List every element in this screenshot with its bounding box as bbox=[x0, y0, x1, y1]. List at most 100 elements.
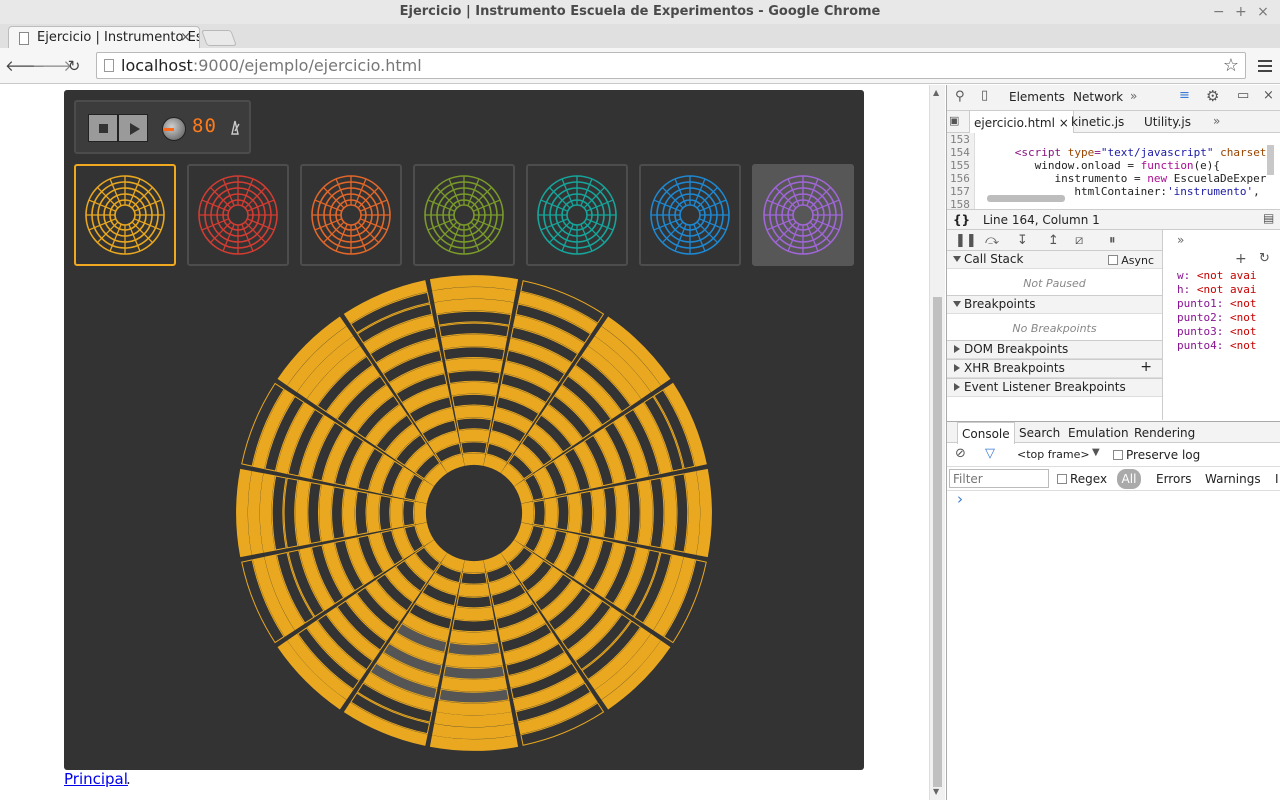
chrome-menu-icon[interactable] bbox=[1258, 60, 1272, 72]
tab-emulation[interactable]: Emulation bbox=[1064, 422, 1133, 444]
play-button[interactable] bbox=[118, 114, 148, 142]
page-scrollbar[interactable]: ▲ ▼ bbox=[929, 85, 945, 800]
regex-checkbox[interactable] bbox=[1057, 474, 1067, 484]
step-over-icon[interactable]: ⤼ bbox=[985, 233, 999, 248]
regex-toggle[interactable]: Regex bbox=[1057, 472, 1107, 486]
close-window-icon[interactable]: × bbox=[1254, 0, 1272, 24]
browser-tab[interactable]: Ejercicio | Instrumento Escuela de Exper… bbox=[8, 26, 200, 50]
sources-panel-icon[interactable]: ≡ bbox=[1179, 88, 1190, 103]
forward-arrow-icon[interactable]: 🡒 bbox=[32, 54, 72, 78]
filter-icon[interactable]: ▽ bbox=[985, 446, 995, 461]
address-bar[interactable]: localhost:9000/ejemplo/ejercicio.html ☆ bbox=[96, 52, 1246, 79]
wheel-step[interactable] bbox=[591, 488, 606, 538]
watch-entry[interactable]: h: <not avai bbox=[1177, 283, 1256, 296]
wheel-step[interactable] bbox=[447, 641, 501, 656]
metronome-icon[interactable] bbox=[228, 119, 242, 135]
scroll-up-arrow-icon[interactable]: ▲ bbox=[933, 88, 939, 97]
wheel-step[interactable] bbox=[449, 630, 499, 645]
file-tab-kinetic[interactable]: kinetic.js bbox=[1067, 110, 1128, 134]
file-tab-utility[interactable]: Utility.js bbox=[1140, 110, 1195, 134]
sequencer-wheel[interactable] bbox=[234, 273, 714, 753]
console-prompt[interactable]: › bbox=[957, 490, 963, 508]
sidebar-more-icon[interactable]: » bbox=[1177, 233, 1184, 247]
code-vscroll-thumb[interactable] bbox=[1267, 145, 1274, 175]
wheel-step[interactable] bbox=[366, 492, 381, 534]
wheel-step[interactable] bbox=[626, 481, 641, 545]
more-tabs-icon[interactable]: » bbox=[1130, 89, 1137, 103]
wheel-step[interactable] bbox=[544, 497, 558, 529]
wheel-step[interactable] bbox=[532, 499, 546, 527]
settings-gear-icon[interactable]: ⚙ bbox=[1206, 87, 1219, 105]
wheel-step[interactable] bbox=[453, 405, 495, 420]
search-icon[interactable]: ⚲ bbox=[955, 89, 965, 104]
tab-close-icon[interactable]: × bbox=[180, 27, 191, 49]
async-toggle[interactable]: Async bbox=[1108, 252, 1154, 269]
clear-console-icon[interactable]: ⊘ bbox=[955, 446, 966, 461]
tab-search[interactable]: Search bbox=[1015, 422, 1064, 444]
wheel-step[interactable] bbox=[354, 490, 369, 536]
frame-selector[interactable]: <top frame> bbox=[1017, 448, 1090, 461]
wheel-step[interactable] bbox=[447, 370, 501, 385]
code-hscroll-thumb[interactable] bbox=[987, 195, 1065, 202]
navigator-toggle-icon[interactable]: ▣ bbox=[949, 114, 959, 127]
wheel-step[interactable] bbox=[579, 490, 594, 536]
console-filter-input[interactable] bbox=[949, 469, 1049, 488]
tempo-knob[interactable] bbox=[162, 117, 186, 141]
wheel-step[interactable] bbox=[451, 618, 497, 633]
tab-rendering[interactable]: Rendering bbox=[1130, 422, 1199, 444]
wheel-step[interactable] bbox=[378, 495, 392, 531]
minimize-icon[interactable]: − bbox=[1210, 0, 1228, 24]
maximize-icon[interactable]: + bbox=[1232, 0, 1250, 24]
level-info[interactable]: I bbox=[1275, 472, 1279, 486]
deactivate-breakpoints-icon[interactable]: ⧄ bbox=[1075, 233, 1083, 248]
preserve-log-toggle[interactable]: Preserve log bbox=[1113, 448, 1200, 462]
add-watch-icon[interactable]: + bbox=[1235, 251, 1247, 267]
level-all[interactable]: All bbox=[1117, 469, 1141, 489]
theme-tile-azul[interactable] bbox=[639, 164, 741, 266]
event-breakpoints-header[interactable]: Event Listener Breakpoints bbox=[947, 378, 1162, 397]
level-warnings[interactable]: Warnings bbox=[1205, 472, 1261, 486]
wheel-step[interactable] bbox=[442, 346, 506, 361]
add-xhr-breakpoint-icon[interactable]: + bbox=[1140, 359, 1152, 376]
wheel-step[interactable] bbox=[342, 488, 357, 538]
tab-elements[interactable]: Elements bbox=[1009, 90, 1065, 104]
principal-link[interactable]: Principal bbox=[64, 770, 128, 788]
wheel-step[interactable] bbox=[456, 417, 492, 431]
wheel-step[interactable] bbox=[458, 583, 490, 597]
wheel-step[interactable] bbox=[445, 653, 503, 668]
wheel-step[interactable] bbox=[414, 501, 427, 525]
tab-console[interactable]: Console bbox=[957, 422, 1015, 444]
preserve-log-checkbox[interactable] bbox=[1113, 450, 1123, 460]
breakpoints-header[interactable]: Breakpoints bbox=[947, 295, 1162, 314]
dock-icon[interactable]: ▭ bbox=[1237, 88, 1249, 103]
wheel-step[interactable] bbox=[319, 484, 334, 542]
theme-tile-amarillo[interactable] bbox=[74, 164, 176, 266]
wheel-step[interactable] bbox=[462, 453, 486, 466]
refresh-watch-icon[interactable]: ↻ bbox=[1259, 251, 1270, 266]
theme-tile-rojo[interactable] bbox=[187, 164, 289, 266]
pretty-print-icon[interactable]: {} bbox=[953, 213, 970, 227]
toggle-drawer-icon[interactable]: ▤ bbox=[1263, 211, 1274, 225]
wheel-step[interactable] bbox=[614, 484, 629, 542]
chevron-down-icon[interactable]: ▼ bbox=[1092, 447, 1100, 458]
watch-entry[interactable]: punto1: <not bbox=[1177, 297, 1256, 310]
wheel-step[interactable] bbox=[567, 492, 582, 534]
theme-tile-verde[interactable] bbox=[413, 164, 515, 266]
wheel-step[interactable] bbox=[556, 495, 570, 531]
watch-entry[interactable]: punto2: <not bbox=[1177, 311, 1256, 324]
wheel-step[interactable] bbox=[331, 486, 346, 540]
stop-button[interactable] bbox=[88, 114, 118, 142]
bookmark-star-icon[interactable]: ☆ bbox=[1223, 53, 1239, 78]
new-tab-button[interactable] bbox=[201, 30, 237, 46]
source-code-view[interactable]: 153 154 <script type="text/javascript" c… bbox=[947, 133, 1280, 211]
wheel-step[interactable] bbox=[307, 481, 322, 545]
dom-breakpoints-header[interactable]: DOM Breakpoints bbox=[947, 340, 1162, 359]
wheel-step[interactable] bbox=[402, 499, 416, 527]
wheel-step[interactable] bbox=[602, 486, 617, 540]
wheel-step[interactable] bbox=[456, 595, 492, 609]
reload-icon[interactable]: ↻ bbox=[62, 54, 86, 78]
close-devtools-icon[interactable]: × bbox=[1263, 88, 1274, 103]
wheel-step[interactable] bbox=[458, 429, 490, 443]
theme-tile-naranja[interactable] bbox=[300, 164, 402, 266]
wheel-step[interactable] bbox=[451, 393, 497, 408]
